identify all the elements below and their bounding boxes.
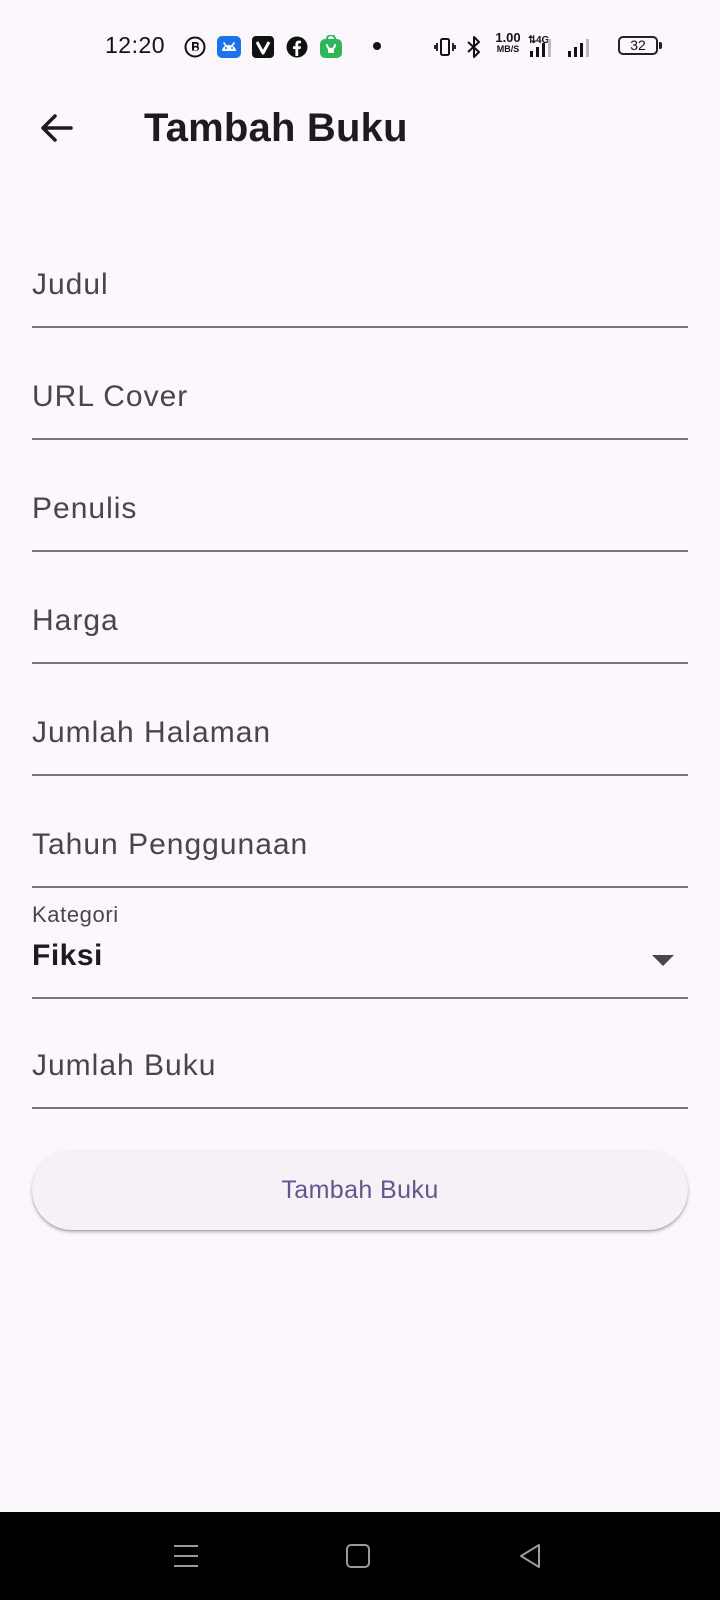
status-time: 12:20 bbox=[105, 32, 166, 58]
dropdown-label: Kategori bbox=[32, 902, 119, 927]
dropdown-arrow-icon bbox=[652, 955, 674, 966]
field-label: Tahun Penggunaan bbox=[32, 828, 309, 861]
facebook-icon bbox=[285, 35, 309, 59]
android-icon bbox=[217, 35, 241, 59]
network-speed: 1.00 MB/S bbox=[495, 30, 521, 54]
vibrate-icon bbox=[433, 35, 457, 59]
home-icon bbox=[346, 1544, 370, 1568]
shopping-bag-icon bbox=[319, 35, 343, 59]
status-bar: 12:20 1.00 MB/S ⇅ 4G 32 bbox=[0, 0, 720, 92]
signal-icon bbox=[566, 35, 596, 59]
field-label: Jumlah Buku bbox=[32, 1049, 217, 1082]
screen: 12:20 1.00 MB/S ⇅ 4G 32 Tambah Buku Judu… bbox=[0, 0, 720, 1600]
penulis-field[interactable]: Penulis bbox=[32, 442, 688, 552]
tahun-penggunaan-field[interactable]: Tahun Penggunaan bbox=[32, 778, 688, 888]
jumlah-halaman-field[interactable]: Jumlah Halaman bbox=[32, 666, 688, 776]
vivo-icon bbox=[251, 35, 275, 59]
back-icon bbox=[520, 1544, 540, 1568]
signal-icon: ⇅ 4G bbox=[528, 35, 558, 59]
home-button[interactable] bbox=[334, 1532, 382, 1580]
judul-field[interactable]: Judul bbox=[32, 218, 688, 328]
jumlah-buku-field[interactable]: Jumlah Buku bbox=[32, 999, 688, 1109]
dropdown-selected-value: Fiksi bbox=[32, 939, 103, 972]
notification-dot bbox=[373, 42, 381, 50]
arrow-left-icon bbox=[41, 114, 73, 142]
field-label: Judul bbox=[32, 268, 109, 301]
url-cover-field[interactable]: URL Cover bbox=[32, 330, 688, 440]
harga-field[interactable]: Harga bbox=[32, 554, 688, 664]
field-label: Jumlah Halaman bbox=[32, 716, 272, 749]
field-label: Penulis bbox=[32, 492, 138, 525]
battery-icon: 32 bbox=[618, 36, 662, 55]
menu-icon bbox=[174, 1545, 198, 1567]
kategori-dropdown[interactable]: Kategori Fiksi bbox=[32, 887, 688, 999]
system-nav-bar bbox=[0, 1512, 720, 1600]
field-label: Harga bbox=[32, 604, 119, 637]
bbm-icon bbox=[183, 35, 207, 59]
field-label: URL Cover bbox=[32, 380, 189, 413]
battery-level: 32 bbox=[630, 37, 646, 53]
back-button[interactable] bbox=[28, 100, 84, 156]
tambah-buku-button[interactable]: Tambah Buku bbox=[32, 1150, 688, 1230]
bluetooth-icon bbox=[462, 35, 486, 59]
app-bar: Tambah Buku bbox=[0, 92, 720, 164]
page-title: Tambah Buku bbox=[144, 106, 408, 150]
menu-button[interactable] bbox=[162, 1532, 210, 1580]
battery-tip bbox=[659, 42, 662, 49]
nav-back-button[interactable] bbox=[506, 1532, 554, 1580]
